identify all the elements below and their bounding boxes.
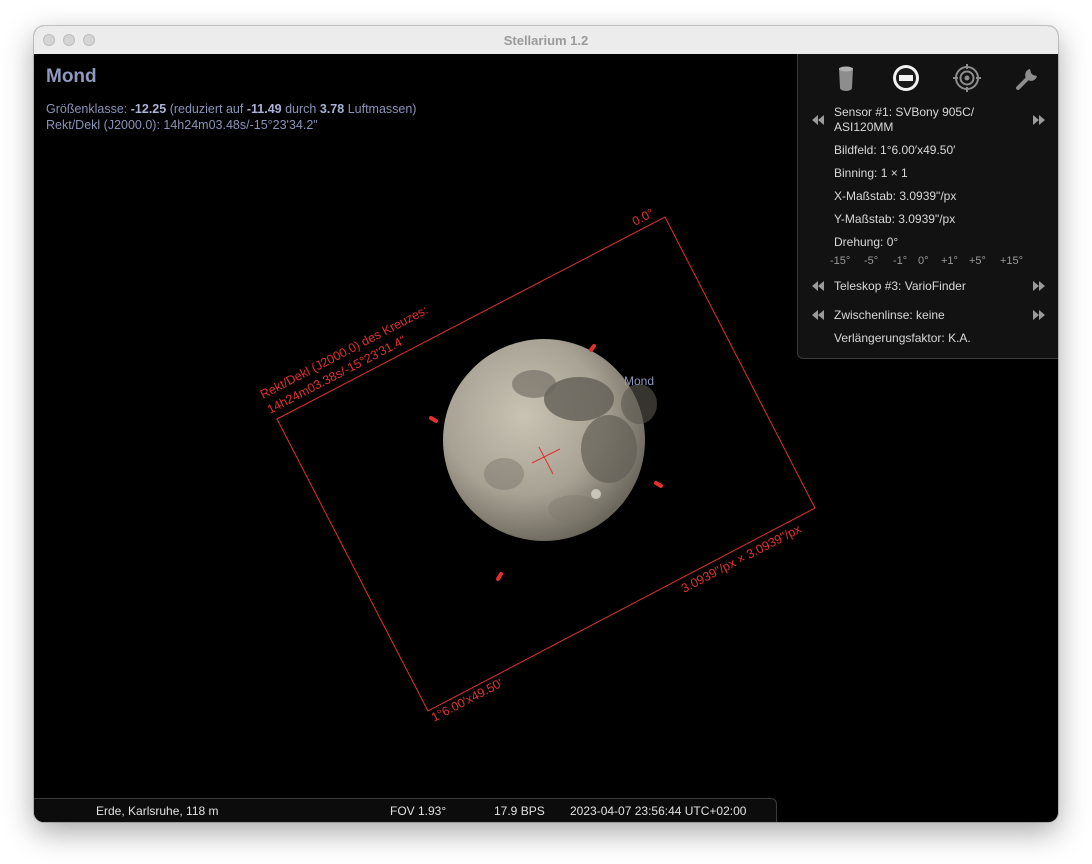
- sensor-prev-arrow[interactable]: [811, 113, 825, 127]
- magnitude-value: -12.25: [130, 102, 167, 116]
- rotation-step[interactable]: +5°: [969, 255, 986, 267]
- lens-next-arrow[interactable]: [1032, 308, 1046, 322]
- magnitude-line: Größenklasse: -12.25 (reduziert auf -11.…: [46, 102, 416, 116]
- magnitude-reduced-prefix: (reduziert auf: [169, 102, 244, 116]
- airmass-value: 3.78: [319, 102, 345, 116]
- fov-label: 1°6.00'x49.50': [429, 676, 505, 725]
- telescope-next-arrow[interactable]: [1032, 279, 1046, 293]
- frame-rotation-label: 0.0°: [630, 206, 656, 229]
- scale-label: 3.0939"/px × 3.0939"/px: [679, 522, 804, 596]
- wrench-icon[interactable]: [1014, 64, 1042, 92]
- radec-line: Rekt/Dekl (J2000.0): 14h24m03.48s/-15°23…: [46, 118, 318, 132]
- extension-factor: Verlängerungsfaktor: K.A.: [834, 331, 971, 345]
- rotation-step[interactable]: +1°: [941, 255, 958, 267]
- lens-prev-arrow[interactable]: [811, 308, 825, 322]
- moon-label: Mond: [624, 374, 654, 388]
- magnitude-through: durch: [285, 102, 317, 116]
- location[interactable]: Erde, Karlsruhe, 118 m: [96, 804, 219, 818]
- rotation-step[interactable]: -15°: [830, 255, 850, 267]
- binning: Binning: 1 × 1: [834, 166, 908, 180]
- sky-view[interactable]: Mond 0.0° Rekt/Dekl (J2000.0) des Kreuze…: [34, 54, 1058, 822]
- moon-disk[interactable]: [443, 339, 657, 541]
- fov-indicator: FOV 1.93°: [390, 804, 447, 818]
- sensor-next-arrow[interactable]: [1032, 113, 1046, 127]
- sensor-icon[interactable]: [892, 64, 920, 92]
- y-scale: Y-Maßstab: 3.0939"/px: [834, 212, 956, 226]
- magnitude-label: Größenklasse:: [46, 102, 128, 116]
- rotation-step[interactable]: 0°: [918, 255, 929, 267]
- ocular-icon[interactable]: [832, 64, 860, 92]
- object-name: Mond: [46, 66, 97, 87]
- telescope-name: Teleskop #3: VarioFinder: [834, 279, 966, 293]
- lens-name: Zwischenlinse: keine: [834, 308, 945, 322]
- status-bar[interactable]: Erde, Karlsruhe, 118 m FOV 1.93° 17.9 BP…: [34, 798, 777, 822]
- title-bar[interactable]: Stellarium 1.2: [34, 26, 1058, 55]
- rotation-step[interactable]: +15°: [1000, 255, 1023, 267]
- telescope-prev-arrow[interactable]: [811, 279, 825, 293]
- window-title: Stellarium 1.2: [503, 33, 589, 48]
- field-of-view: Bildfeld: 1°6.00′x49.50′: [834, 143, 956, 157]
- fps-indicator: 17.9 BPS: [494, 804, 545, 818]
- rotation-step[interactable]: -5°: [864, 255, 878, 267]
- airmass-suffix: Luftmassen): [347, 102, 417, 116]
- date-time[interactable]: 2023-04-07 23:56:44 UTC+02:00: [570, 804, 746, 818]
- sensor-name: Sensor #1: SVBony 905C/: [834, 105, 975, 119]
- rotation-step[interactable]: -1°: [893, 255, 907, 267]
- rotation: Drehung: 0°: [834, 235, 899, 249]
- x-scale: X-Maßstab: 3.0939"/px: [834, 189, 957, 203]
- oculars-panel: Sensor #1: SVBony 905C/ ASI120MM Bildfel…: [797, 54, 1058, 359]
- app-window: Stellarium 1.2 Mond 0.0° Rekt/Dekl (J200…: [34, 26, 1058, 822]
- magnitude-reduced-value: -11.49: [246, 102, 282, 116]
- telrad-icon[interactable]: [953, 64, 981, 92]
- sensor-name-line2: ASI120MM: [834, 120, 894, 134]
